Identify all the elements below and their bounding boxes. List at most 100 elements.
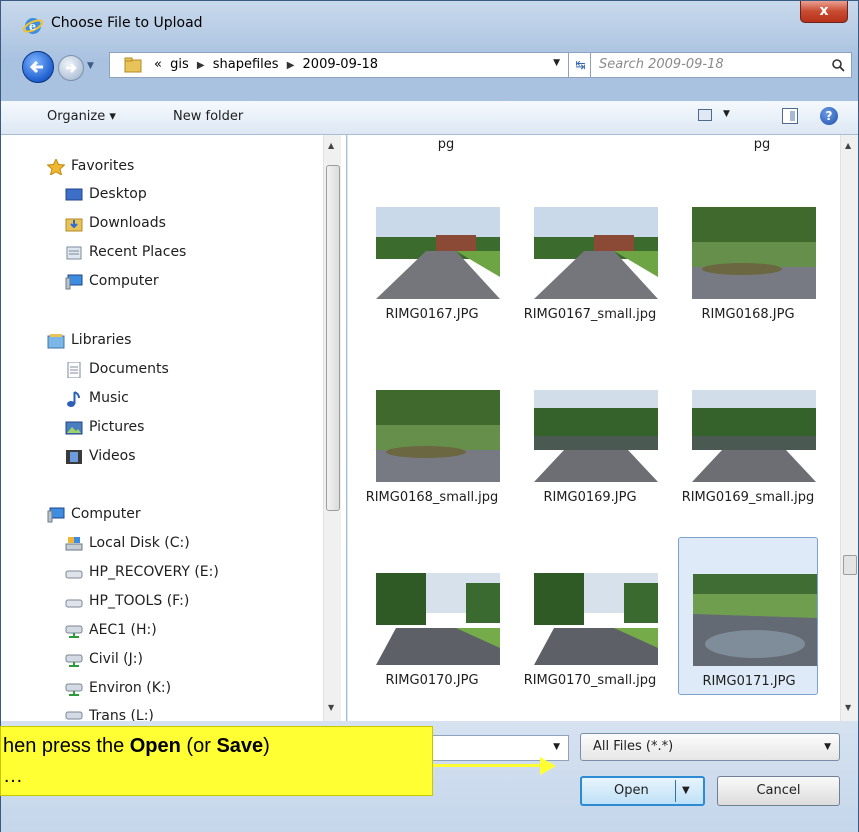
address-bar[interactable]: « gis ▶ shapefiles ▶ 2009-09-18 ▼ <box>109 52 569 78</box>
forward-button[interactable] <box>58 55 84 81</box>
desktop-icon <box>65 188 83 201</box>
title-bar[interactable]: e Choose File to Upload x <box>1 1 858 41</box>
file-tile[interactable]: RIMG0167.JPG <box>362 207 502 377</box>
network-drive-icon <box>65 683 83 696</box>
file-tile-selected[interactable]: RIMG0171.JPG <box>678 537 818 695</box>
search-placeholder: Search 2009-09-18 <box>599 57 724 72</box>
back-button[interactable] <box>22 51 54 83</box>
file-tile[interactable]: RIMG0167_small.jpg <box>520 207 660 377</box>
callout-text: (or <box>180 735 217 757</box>
help-icon[interactable]: ? <box>820 107 838 125</box>
chevron-down-icon[interactable]: ▼ <box>553 58 560 68</box>
nav-label: Pictures <box>89 419 145 435</box>
open-button-label: Open <box>614 783 649 798</box>
history-dropdown-icon[interactable]: ▼ <box>87 61 101 75</box>
file-dialog: e Choose File to Upload x ▼ « gis ▶ shap… <box>0 0 859 832</box>
scroll-down-icon[interactable]: ▼ <box>328 703 334 712</box>
breadcrumb-overflow[interactable]: « <box>154 57 162 72</box>
scroll-down-icon[interactable]: ▼ <box>845 703 851 712</box>
refresh-icon: ↹ <box>575 58 586 72</box>
file-tile[interactable]: RIMG0168_small.jpg <box>362 390 502 560</box>
breadcrumb-date-folder[interactable]: 2009-09-18 <box>303 57 379 72</box>
photo-thumbnail <box>693 574 817 666</box>
drive-icon <box>65 599 83 608</box>
cancel-button[interactable]: Cancel <box>717 776 840 806</box>
file-name: RIMG0167.JPG <box>385 307 479 322</box>
search-input[interactable]: Search 2009-09-18 <box>590 52 852 78</box>
organize-menu[interactable]: Organize ▾ <box>47 109 116 124</box>
file-type-value: All Files (*.*) <box>593 739 674 754</box>
callout-line-2: … <box>3 765 23 787</box>
callout-line-1: hen press the Open (or Save) <box>3 735 270 758</box>
callout-text: ) <box>263 735 270 757</box>
file-tile[interactable]: RIMG0170_small.jpg <box>520 573 660 721</box>
partial-filename[interactable]: pg <box>376 137 516 152</box>
window-title: Choose File to Upload <box>51 15 203 31</box>
file-list-scrollbar[interactable]: ▲ ▼ <box>840 135 858 721</box>
nav-label: Trans (L:) <box>89 708 154 721</box>
partial-filename[interactable]: pg <box>692 137 832 152</box>
file-tile[interactable]: RIMG0169_small.jpg <box>678 390 818 560</box>
scroll-up-icon[interactable]: ▲ <box>328 141 334 150</box>
photo-thumbnail <box>692 390 816 482</box>
documents-icon <box>67 362 81 378</box>
pictures-icon <box>65 421 83 435</box>
close-button[interactable]: x <box>800 1 848 23</box>
file-name: RIMG0169_small.jpg <box>681 490 815 505</box>
file-tile[interactable]: RIMG0168.JPG <box>678 207 818 377</box>
chevron-down-icon[interactable]: ▼ <box>553 742 560 752</box>
local-disk-icon <box>65 537 83 551</box>
nav-scrollbar[interactable]: ▲ ▼ <box>323 135 341 721</box>
videos-icon <box>66 450 82 464</box>
nav-label: Documents <box>89 361 169 377</box>
chevron-down-icon: ▼ <box>824 742 831 752</box>
computer-icon <box>65 274 83 290</box>
nav-label: Computer <box>71 506 141 522</box>
file-name: RIMG0170_small.jpg <box>523 673 657 688</box>
scroll-thumb[interactable] <box>843 555 857 575</box>
chevron-right-icon[interactable]: ▶ <box>287 60 295 71</box>
file-list-pane: pg pg RIMG0167.JPG RIMG0167_small.jpg RI… <box>347 135 858 721</box>
nav-label: Civil (J:) <box>89 651 143 667</box>
nav-label: HP_TOOLS (F:) <box>89 593 190 609</box>
callout-arrow-head-icon <box>540 757 556 775</box>
view-options-icon[interactable] <box>698 109 712 121</box>
nav-label: Music <box>89 390 129 406</box>
svg-text:e: e <box>29 20 36 33</box>
nav-label: Desktop <box>89 186 147 202</box>
callout-text: hen press the <box>3 735 130 757</box>
network-drive-icon <box>65 654 83 667</box>
split-divider <box>675 780 676 802</box>
breadcrumb-shapefiles[interactable]: shapefiles <box>213 57 279 72</box>
nav-label: AEC1 (H:) <box>89 622 157 638</box>
breadcrumb: « gis ▶ shapefiles ▶ 2009-09-18 <box>154 57 382 72</box>
folder-icon <box>124 57 142 73</box>
nav-label: Environ (K:) <box>89 680 172 696</box>
photo-thumbnail <box>376 390 500 482</box>
preview-pane-icon[interactable] <box>782 108 798 124</box>
file-name: RIMG0168.JPG <box>701 307 795 322</box>
file-name: RIMG0171.JPG <box>702 674 796 689</box>
network-drive-icon <box>65 711 83 720</box>
chevron-down-icon[interactable]: ▼ <box>682 785 690 796</box>
breadcrumb-gis[interactable]: gis <box>170 57 189 72</box>
star-icon <box>47 159 65 175</box>
nav-label: Downloads <box>89 215 166 231</box>
libraries-icon <box>47 334 65 349</box>
instruction-callout: hen press the Open (or Save) … <box>0 726 433 796</box>
new-folder-button[interactable]: New folder <box>173 109 243 124</box>
downloads-folder-icon <box>65 218 83 232</box>
file-type-select[interactable]: All Files (*.*) ▼ <box>580 733 840 761</box>
search-icon[interactable] <box>831 58 845 72</box>
file-tile[interactable]: RIMG0169.JPG <box>520 390 660 560</box>
file-tile[interactable]: RIMG0170.JPG <box>362 573 502 721</box>
scroll-up-icon[interactable]: ▲ <box>845 141 851 150</box>
callout-arrow-line <box>433 764 541 767</box>
scroll-thumb[interactable] <box>326 165 340 511</box>
chevron-right-icon[interactable]: ▶ <box>197 60 205 71</box>
recent-places-icon <box>66 246 82 260</box>
chevron-down-icon[interactable]: ▼ <box>723 109 730 119</box>
open-button[interactable]: Open ▼ <box>580 776 705 806</box>
file-name: RIMG0169.JPG <box>543 490 637 505</box>
callout-save-word: Save <box>216 735 264 757</box>
